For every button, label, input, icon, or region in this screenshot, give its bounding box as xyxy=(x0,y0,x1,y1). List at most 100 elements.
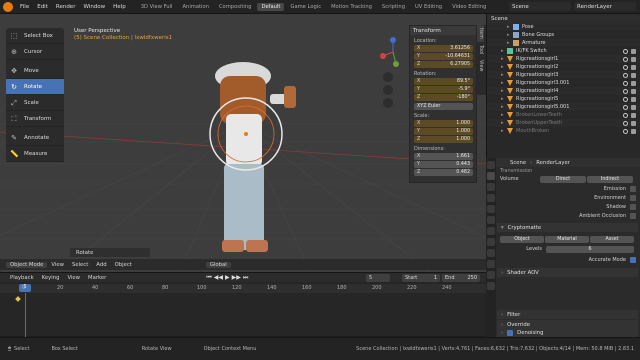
workspace-tab[interactable]: Animation xyxy=(178,3,212,11)
denoising-checkbox[interactable] xyxy=(507,330,514,336)
tool-scale[interactable]: ⤢ Scale xyxy=(6,95,64,111)
expand-arrow-icon[interactable]: ▸ xyxy=(501,80,507,86)
next-key-icon[interactable]: ▶▶ xyxy=(232,274,241,282)
eye-icon[interactable] xyxy=(623,112,628,118)
timeline-ruler[interactable]: 5 0 20 40 60 80 100 120 140 160 180 200 220 240 xyxy=(0,284,486,293)
world-props-icon[interactable] xyxy=(487,216,495,224)
camera-icon[interactable] xyxy=(631,80,636,86)
dimension-z-field[interactable]: Z 0.482 xyxy=(414,169,473,176)
menu-help[interactable]: Help xyxy=(109,4,130,10)
pan-hand-icon[interactable] xyxy=(383,85,393,95)
transform-orientation-select[interactable]: Global xyxy=(205,261,231,268)
tool-transform[interactable]: ⛶ Transform xyxy=(6,111,64,127)
outliner-item[interactable]: ▸ BrokenLowerTeeth xyxy=(487,111,640,119)
play-icon[interactable]: ▶ xyxy=(225,274,230,282)
rotation-mode-select[interactable]: XYZ Euler xyxy=(414,103,473,110)
workspace-tab[interactable]: Scripting xyxy=(378,3,409,11)
dimension-y-field[interactable]: Y 0.443 xyxy=(414,161,473,168)
expand-arrow-icon[interactable]: ▸ xyxy=(501,88,507,94)
current-frame-field[interactable]: 5 xyxy=(366,273,390,282)
workspace-tab[interactable]: Game Logic xyxy=(286,3,325,11)
tab-item[interactable]: Item xyxy=(477,25,484,42)
rotation-x-field[interactable]: X 89.5° xyxy=(414,78,473,85)
tool-select-box[interactable]: ⬚ Select Box xyxy=(6,28,64,44)
outliner-item[interactable]: ▸ Armature xyxy=(487,39,640,47)
outliner-item[interactable]: ▸ MouthBroken xyxy=(487,127,640,135)
dimension-x-field[interactable]: X 1.661 xyxy=(414,153,473,160)
menu-view[interactable]: View xyxy=(47,262,68,268)
tool-move[interactable]: ✥ Move xyxy=(6,63,64,79)
cryptomatte-section[interactable]: ▾ Cryptomatte xyxy=(497,223,638,232)
zoom-icon[interactable] xyxy=(383,72,393,82)
expand-arrow-icon[interactable]: ▸ xyxy=(501,128,507,134)
workspace-tab[interactable]: Motion Tracking xyxy=(327,3,376,11)
crypto-asset-toggle[interactable]: Asset xyxy=(590,235,634,243)
menu-window[interactable]: Window xyxy=(79,4,109,10)
end-frame-field[interactable]: End 250 xyxy=(442,273,480,282)
tab-view[interactable]: View xyxy=(477,57,484,74)
outliner-item[interactable]: ▸ Rigcreationsgirl5 xyxy=(487,95,640,103)
menu-edit[interactable]: Edit xyxy=(33,4,52,10)
particles-props-icon[interactable] xyxy=(487,249,495,257)
jump-end-icon[interactable]: ⏭ xyxy=(243,274,248,282)
tab-tool[interactable]: Tool xyxy=(477,42,484,57)
rotation-y-field[interactable]: Y -5.9° xyxy=(414,86,473,93)
timeline-marker-menu[interactable]: Marker xyxy=(84,275,110,281)
menu-select[interactable]: Select xyxy=(68,262,92,268)
data-props-icon[interactable] xyxy=(487,282,495,290)
volume-direct-toggle[interactable]: Direct xyxy=(540,175,586,183)
outliner-item[interactable]: ▸ Pose xyxy=(487,23,640,31)
outliner-item[interactable]: ▸ Rigcreationsgirl2 xyxy=(487,63,640,71)
eye-icon[interactable] xyxy=(623,56,628,62)
environment-checkbox[interactable] xyxy=(630,195,636,201)
camera-icon[interactable] xyxy=(631,48,636,54)
override-section[interactable]: › Override xyxy=(497,320,638,329)
outliner-item[interactable]: ▸ Rigcreationsgirl5.001 xyxy=(487,103,640,111)
view-layer-props-icon[interactable] xyxy=(487,194,495,202)
scale-y-field[interactable]: Y 1.000 xyxy=(414,128,473,135)
workspace-tab[interactable]: Video Editing xyxy=(448,3,490,11)
playhead-line[interactable] xyxy=(25,293,26,337)
expand-arrow-icon[interactable]: ▸ xyxy=(501,112,507,118)
physics-props-icon[interactable] xyxy=(487,260,495,268)
workspace-tab[interactable]: Compositing xyxy=(215,3,256,11)
keyframe-marker[interactable] xyxy=(15,296,21,302)
mode-selector[interactable]: Object Mode xyxy=(6,261,48,268)
scene-selector[interactable]: Scene xyxy=(509,2,571,11)
camera-icon[interactable] xyxy=(631,120,636,126)
workspace-tab-active[interactable]: Default xyxy=(257,2,285,11)
crypto-material-toggle[interactable]: Material xyxy=(545,235,589,243)
timeline-keying-menu[interactable]: Keying xyxy=(38,275,64,281)
shader-aov-section[interactable]: › Shader AOV xyxy=(497,268,638,277)
output-props-icon[interactable] xyxy=(487,183,495,191)
outliner-item[interactable]: ▸ Rigcreationsgirl3 xyxy=(487,71,640,79)
eye-icon[interactable] xyxy=(623,104,628,110)
crypto-object-toggle[interactable]: Object xyxy=(500,235,544,243)
eye-icon[interactable] xyxy=(623,64,628,70)
render-layer-selector[interactable]: RenderLayer xyxy=(574,2,636,11)
location-x-field[interactable]: X 3.61256 xyxy=(414,45,473,52)
camera-icon[interactable] xyxy=(631,64,636,70)
prev-key-icon[interactable]: ◀◀ xyxy=(214,274,223,282)
camera-icon[interactable] xyxy=(631,96,636,102)
timeline-view-menu[interactable]: View xyxy=(63,275,84,281)
expand-arrow-icon[interactable]: ▸ xyxy=(501,120,507,126)
scene-props-icon[interactable] xyxy=(487,205,495,213)
shadow-checkbox[interactable] xyxy=(630,204,636,210)
tool-annotate[interactable]: ✎ Annotate xyxy=(6,130,64,146)
ao-checkbox[interactable] xyxy=(630,213,636,219)
levels-field[interactable]: 6 xyxy=(546,245,634,253)
render-props-icon[interactable] xyxy=(487,172,495,180)
outliner-item[interactable]: ▸ Rigcreationsgirl3.001 xyxy=(487,79,640,87)
tool-cursor[interactable]: ⊕ Cursor xyxy=(6,44,64,60)
eye-icon[interactable] xyxy=(623,80,628,86)
eye-icon[interactable] xyxy=(623,96,628,102)
location-y-field[interactable]: Y -10.64631 xyxy=(414,53,473,60)
expand-arrow-icon[interactable]: ▸ xyxy=(501,64,507,70)
eye-icon[interactable] xyxy=(623,48,628,54)
object-props-icon[interactable] xyxy=(487,227,495,235)
filter-section[interactable]: › Filter xyxy=(497,310,638,319)
tool-measure[interactable]: 📏 Measure xyxy=(6,146,64,162)
camera-icon[interactable] xyxy=(631,112,636,118)
blender-logo-icon[interactable] xyxy=(3,1,13,12)
